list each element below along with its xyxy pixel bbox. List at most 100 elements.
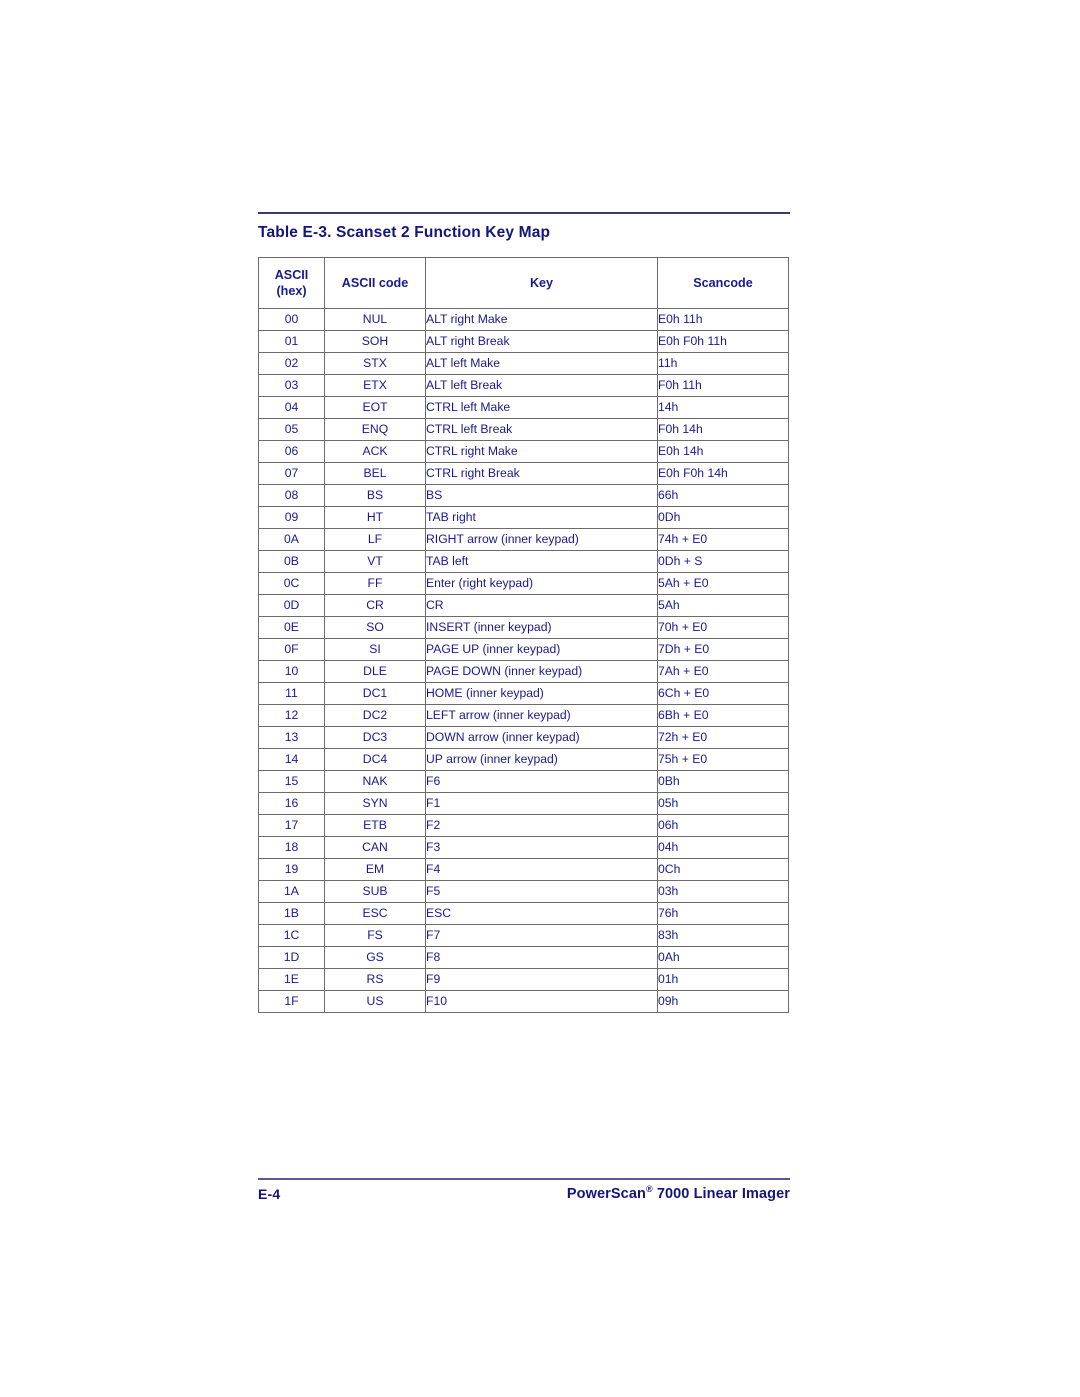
footer-product-model: 7000 Linear Imager bbox=[652, 1186, 790, 1202]
cell-key: LEFT arrow (inner keypad) bbox=[425, 704, 658, 727]
cell-ascii-code: DC3 bbox=[324, 726, 426, 749]
cell-ascii-hex: 00 bbox=[258, 308, 325, 331]
cell-key: RIGHT arrow (inner keypad) bbox=[425, 528, 658, 551]
table-row: 03 ETX ALT left Break F0h 11h bbox=[258, 374, 789, 397]
cell-ascii-code: ACK bbox=[324, 440, 426, 463]
cell-ascii-hex: 1D bbox=[258, 946, 325, 969]
table-header-row: ASCII (hex) ASCII code Key Scancode bbox=[258, 257, 789, 309]
page-title: Table E-3. Scanset 2 Function Key Map bbox=[258, 224, 551, 241]
cell-ascii-hex: 11 bbox=[258, 682, 325, 705]
cell-ascii-code: SI bbox=[324, 638, 426, 661]
registered-trademark-icon: ® bbox=[645, 1184, 653, 1195]
table-row: 1F US F10 09h bbox=[258, 990, 789, 1013]
cell-scancode: 05h bbox=[657, 792, 789, 815]
cell-ascii-code: CR bbox=[324, 594, 426, 617]
cell-ascii-code: ESC bbox=[324, 902, 426, 925]
cell-scancode: 04h bbox=[657, 836, 789, 859]
cell-scancode: 0Dh + S bbox=[657, 550, 789, 573]
table-row: 0F SI PAGE UP (inner keypad) 7Dh + E0 bbox=[258, 638, 789, 661]
cell-ascii-code: FF bbox=[324, 572, 426, 595]
cell-ascii-hex: 02 bbox=[258, 352, 325, 375]
cell-ascii-code: SO bbox=[324, 616, 426, 639]
cell-scancode: 5Ah + E0 bbox=[657, 572, 789, 595]
cell-key: CTRL right Break bbox=[425, 462, 658, 485]
cell-key: ALT left Break bbox=[425, 374, 658, 397]
cell-ascii-code: STX bbox=[324, 352, 426, 375]
cell-ascii-code: DLE bbox=[324, 660, 426, 683]
table-row: 1C FS F7 83h bbox=[258, 924, 789, 947]
table-row: 07 BEL CTRL right Break E0h F0h 14h bbox=[258, 462, 789, 485]
cell-ascii-hex: 01 bbox=[258, 330, 325, 353]
table-row: 13 DC3 DOWN arrow (inner keypad) 72h + E0 bbox=[258, 726, 789, 749]
footer-product-brand: PowerScan bbox=[566, 1186, 646, 1202]
cell-key: HOME (inner keypad) bbox=[425, 682, 658, 705]
cell-ascii-hex: 18 bbox=[258, 836, 325, 859]
cell-ascii-hex: 12 bbox=[258, 704, 325, 727]
cell-key: UP arrow (inner keypad) bbox=[425, 748, 658, 771]
cell-ascii-code: BS bbox=[324, 484, 426, 507]
table-row: 10 DLE PAGE DOWN (inner keypad) 7Ah + E0 bbox=[258, 660, 789, 683]
table-row: 12 DC2 LEFT arrow (inner keypad) 6Bh + E0 bbox=[258, 704, 789, 727]
cell-key: CTRL left Break bbox=[425, 418, 658, 441]
cell-ascii-code: US bbox=[324, 990, 426, 1013]
table-row: 1E RS F9 01h bbox=[258, 968, 789, 991]
cell-ascii-hex: 05 bbox=[258, 418, 325, 441]
table-row: 02 STX ALT left Make 11h bbox=[258, 352, 789, 375]
cell-key: F2 bbox=[425, 814, 658, 837]
cell-ascii-hex: 17 bbox=[258, 814, 325, 837]
cell-key: ALT right Break bbox=[425, 330, 658, 353]
cell-ascii-code: VT bbox=[324, 550, 426, 573]
cell-key: INSERT (inner keypad) bbox=[425, 616, 658, 639]
cell-key: PAGE DOWN (inner keypad) bbox=[425, 660, 658, 683]
cell-key: TAB right bbox=[425, 506, 658, 529]
table-row: 16 SYN F1 05h bbox=[258, 792, 789, 815]
cell-scancode: 11h bbox=[657, 352, 789, 375]
table-row: 09 HT TAB right 0Dh bbox=[258, 506, 789, 529]
cell-key: F6 bbox=[425, 770, 658, 793]
cell-ascii-hex: 04 bbox=[258, 396, 325, 419]
cell-ascii-hex: 0B bbox=[258, 550, 325, 573]
cell-ascii-hex: 08 bbox=[258, 484, 325, 507]
column-header-ascii-hex: ASCII (hex) bbox=[258, 257, 325, 309]
table-row: 05 ENQ CTRL left Break F0h 14h bbox=[258, 418, 789, 441]
cell-ascii-code: SUB bbox=[324, 880, 426, 903]
cell-key: F7 bbox=[425, 924, 658, 947]
cell-key: F8 bbox=[425, 946, 658, 969]
cell-ascii-hex: 0A bbox=[258, 528, 325, 551]
cell-ascii-code: HT bbox=[324, 506, 426, 529]
table-row: 18 CAN F3 04h bbox=[258, 836, 789, 859]
page-content-area: Table E-3. Scanset 2 Function Key Map AS… bbox=[258, 0, 790, 1397]
cell-scancode: 70h + E0 bbox=[657, 616, 789, 639]
cell-key: F5 bbox=[425, 880, 658, 903]
cell-ascii-hex: 06 bbox=[258, 440, 325, 463]
cell-scancode: E0h F0h 14h bbox=[657, 462, 789, 485]
cell-ascii-hex: 13 bbox=[258, 726, 325, 749]
cell-key: TAB left bbox=[425, 550, 658, 573]
table-body: 00 NUL ALT right Make E0h 11h 01 SOH ALT right… bbox=[258, 308, 789, 1013]
cell-scancode: E0h 11h bbox=[657, 308, 789, 331]
table-row: 17 ETB F2 06h bbox=[258, 814, 789, 837]
cell-ascii-hex: 1B bbox=[258, 902, 325, 925]
cell-ascii-code: EOT bbox=[324, 396, 426, 419]
cell-key: ALT left Make bbox=[425, 352, 658, 375]
cell-scancode: 01h bbox=[657, 968, 789, 991]
cell-ascii-hex: 16 bbox=[258, 792, 325, 815]
table-row: 08 BS BS 66h bbox=[258, 484, 789, 507]
column-header-ascii-hex-line1: ASCII bbox=[274, 268, 309, 282]
cell-key: F1 bbox=[425, 792, 658, 815]
cell-ascii-hex: 15 bbox=[258, 770, 325, 793]
table-row: 0C FF Enter (right keypad) 5Ah + E0 bbox=[258, 572, 789, 595]
cell-scancode: 6Bh + E0 bbox=[657, 704, 789, 727]
cell-scancode: E0h F0h 11h bbox=[657, 330, 789, 353]
cell-ascii-hex: 0F bbox=[258, 638, 325, 661]
cell-scancode: E0h 14h bbox=[657, 440, 789, 463]
cell-key: F9 bbox=[425, 968, 658, 991]
table-row: 1B ESC ESC 76h bbox=[258, 902, 789, 925]
header-divider-rule bbox=[258, 212, 790, 214]
cell-ascii-code: NUL bbox=[324, 308, 426, 331]
footer-product-name: PowerScan® 7000 Linear Imager bbox=[566, 1184, 790, 1202]
cell-ascii-code: DC1 bbox=[324, 682, 426, 705]
table-row: 0D CR CR 5Ah bbox=[258, 594, 789, 617]
cell-ascii-hex: 1C bbox=[258, 924, 325, 947]
column-header-ascii-hex-line2: (hex) bbox=[276, 284, 307, 298]
